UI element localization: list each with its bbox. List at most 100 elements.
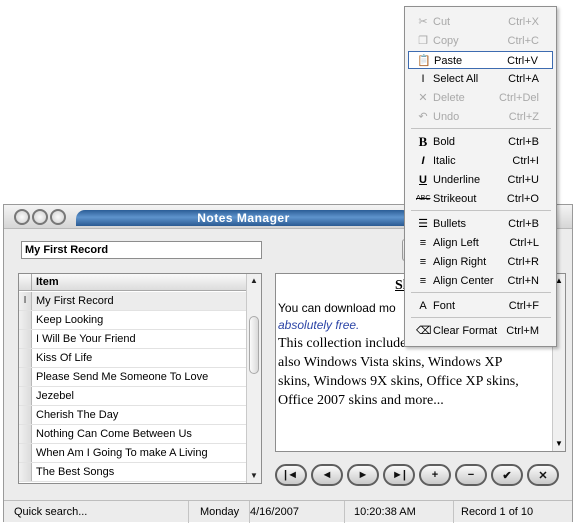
scroll-down-arrow-icon[interactable]: ▼ bbox=[248, 470, 260, 482]
list-header[interactable]: Item bbox=[19, 274, 246, 291]
list-item[interactable]: Keep Looking bbox=[19, 311, 246, 330]
window-title: Notes Manager bbox=[76, 210, 411, 226]
menu-item-shortcut: Ctrl+C bbox=[507, 35, 539, 47]
row-indicator bbox=[19, 330, 32, 348]
cancel-record-button[interactable]: ✕ bbox=[527, 464, 559, 486]
menu-item-shortcut: Ctrl+B bbox=[508, 218, 539, 230]
save-record-button[interactable]: ✔ bbox=[491, 464, 523, 486]
copy-icon: ❐ bbox=[418, 35, 428, 47]
menu-item-shortcut: Ctrl+M bbox=[506, 325, 539, 337]
list-item[interactable]: Nothing Can Come Between Us bbox=[19, 425, 246, 444]
delete-record-button[interactable]: − bbox=[455, 464, 487, 486]
bold-icon: B bbox=[418, 134, 428, 149]
row-indicator bbox=[19, 463, 32, 481]
close-window-button[interactable] bbox=[14, 209, 30, 225]
menu-item-shortcut: Ctrl+X bbox=[508, 16, 539, 28]
menu-item-align-center[interactable]: ≡ Align Center Ctrl+N bbox=[408, 272, 553, 290]
list-item[interactable]: Jezebel bbox=[19, 387, 246, 406]
prev-record-icon: ◄ bbox=[321, 469, 333, 481]
menu-separator bbox=[411, 210, 551, 211]
list-item-label: The Best Songs bbox=[36, 466, 115, 478]
menu-item-shortcut: Ctrl+F bbox=[508, 300, 539, 312]
delete-record-icon: − bbox=[467, 469, 475, 481]
records-list: Item I My First Record Keep Looking I Will … bbox=[18, 273, 262, 484]
quick-search-field[interactable]: Quick search... bbox=[14, 501, 189, 523]
prev-record-button[interactable]: ◄ bbox=[311, 464, 343, 486]
menu-item-label: Cut bbox=[433, 16, 451, 28]
menu-item-shortcut: Ctrl+Z bbox=[508, 111, 539, 123]
status-bar: Quick search... Monday 4/16/2007 10:20:3… bbox=[4, 500, 572, 523]
menu-item-undo[interactable]: ↶ Undo Ctrl+Z bbox=[408, 108, 553, 126]
add-record-button[interactable]: + bbox=[419, 464, 451, 486]
last-record-icon: ►| bbox=[392, 469, 406, 481]
row-indicator bbox=[19, 444, 32, 462]
row-indicator bbox=[19, 368, 32, 386]
menu-item-bold[interactable]: B Bold Ctrl+B bbox=[408, 133, 553, 151]
menu-item-shortcut: Ctrl+R bbox=[507, 256, 539, 268]
last-record-button[interactable]: ►| bbox=[383, 464, 415, 486]
menu-item-bullets[interactable]: ☰ Bullets Ctrl+B bbox=[408, 215, 553, 233]
list-item[interactable]: I Will Be Your Friend bbox=[19, 330, 246, 349]
menu-item-align-left[interactable]: ≡ Align Left Ctrl+L bbox=[408, 234, 553, 252]
menu-item-label: Underline bbox=[433, 174, 481, 186]
menu-item-label: Paste bbox=[434, 55, 463, 67]
underline-icon: U bbox=[419, 174, 427, 186]
list-item[interactable]: Please Send Me Someone To Love bbox=[19, 368, 246, 387]
menu-item-font[interactable]: A Font Ctrl+F bbox=[408, 297, 553, 315]
menu-item-cut[interactable]: ✂ Cut Ctrl+X bbox=[408, 13, 553, 31]
align-right-icon: ≡ bbox=[419, 256, 427, 268]
item-column-header: Item bbox=[36, 276, 59, 288]
menu-item-label: Align Right bbox=[433, 256, 487, 268]
undo-icon: ↶ bbox=[418, 111, 428, 123]
menu-item-delete[interactable]: ✕ Delete Ctrl+Del bbox=[408, 89, 553, 107]
record-navigator: |◄ ◄ ► ►| + − ✔ ✕ bbox=[275, 464, 559, 486]
list-item-label: Keep Looking bbox=[36, 314, 104, 326]
menu-item-clear-format[interactable]: ⌫ Clear Format Ctrl+M bbox=[408, 322, 553, 340]
save-record-icon: ✔ bbox=[502, 469, 512, 482]
list-item[interactable]: When Am I Going To make A Living bbox=[19, 444, 246, 463]
menu-item-label: Font bbox=[433, 300, 456, 312]
list-item-label: I Will Be Your Friend bbox=[36, 333, 136, 345]
status-day: Monday bbox=[200, 501, 250, 523]
paste-icon: 📋 bbox=[417, 55, 431, 67]
list-scroll-thumb[interactable] bbox=[249, 316, 259, 374]
first-record-button[interactable]: |◄ bbox=[275, 464, 307, 486]
menu-separator bbox=[411, 292, 551, 293]
menu-item-label: Strikeout bbox=[433, 193, 477, 205]
list-item[interactable]: I My First Record bbox=[19, 292, 246, 311]
list-item[interactable]: Kiss Of Life bbox=[19, 349, 246, 368]
cancel-record-icon: ✕ bbox=[538, 469, 548, 482]
menu-item-select-all[interactable]: I Select All Ctrl+A bbox=[408, 70, 553, 88]
menu-item-label: Bold bbox=[433, 136, 456, 148]
scroll-up-arrow-icon[interactable]: ▲ bbox=[248, 275, 260, 287]
editor-scroll-down-icon[interactable]: ▼ bbox=[553, 438, 565, 450]
record-title-input[interactable]: My First Record bbox=[21, 241, 262, 259]
next-record-button[interactable]: ► bbox=[347, 464, 379, 486]
menu-item-label: Select All bbox=[433, 73, 479, 85]
menu-item-strikeout[interactable]: ABC Strikeout Ctrl+O bbox=[408, 190, 553, 208]
first-record-icon: |◄ bbox=[284, 469, 298, 481]
menu-item-label: Align Center bbox=[433, 275, 494, 287]
bullets-icon: ☰ bbox=[418, 218, 428, 230]
menu-item-shortcut: Ctrl+I bbox=[512, 155, 539, 167]
strikeout-icon: ABC bbox=[416, 195, 431, 202]
menu-item-align-right[interactable]: ≡ Align Right Ctrl+R bbox=[408, 253, 553, 271]
row-indicator bbox=[19, 311, 32, 329]
editor-line: also Windows Vista skins, Windows XP bbox=[278, 355, 503, 370]
font-icon: A bbox=[419, 300, 427, 312]
menu-item-label: Delete bbox=[433, 92, 465, 104]
menu-item-italic[interactable]: I Italic Ctrl+I bbox=[408, 152, 553, 170]
list-item[interactable]: Cherish The Day bbox=[19, 406, 246, 425]
minimize-window-button[interactable] bbox=[32, 209, 48, 225]
window-controls bbox=[14, 209, 66, 225]
row-indicator: I bbox=[19, 292, 32, 310]
maximize-window-button[interactable] bbox=[50, 209, 66, 225]
list-scrollbar[interactable]: ▲ ▼ bbox=[246, 274, 261, 483]
menu-item-paste[interactable]: 📋 Paste Ctrl+V bbox=[408, 51, 553, 69]
menu-item-underline[interactable]: U Underline Ctrl+U bbox=[408, 171, 553, 189]
list-item[interactable]: The Best Songs bbox=[19, 463, 246, 482]
list-item-label: My First Record bbox=[36, 295, 114, 307]
menu-item-copy[interactable]: ❐ Copy Ctrl+C bbox=[408, 32, 553, 50]
menu-item-label: Italic bbox=[433, 155, 456, 167]
menu-item-shortcut: Ctrl+Del bbox=[498, 92, 539, 104]
